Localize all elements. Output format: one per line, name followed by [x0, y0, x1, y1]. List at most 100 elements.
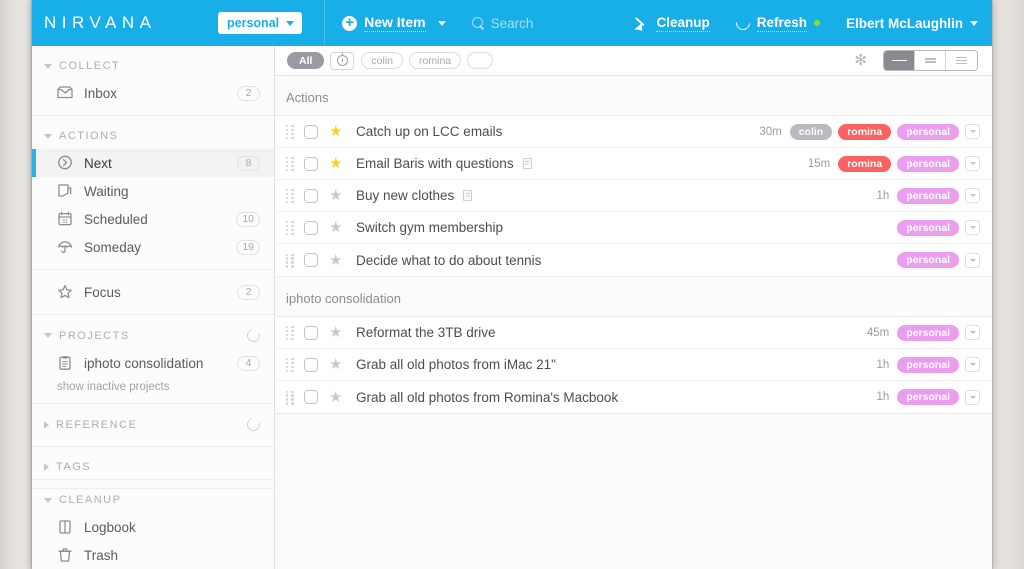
task-menu-button[interactable]	[965, 357, 980, 372]
task-tag-personal[interactable]: personal	[897, 187, 959, 204]
chevron-right-icon	[44, 463, 49, 471]
task-tag-personal[interactable]: personal	[897, 324, 959, 341]
task-checkbox[interactable]	[304, 124, 318, 139]
sidebar-group-header[interactable]: CLEANUP	[32, 480, 274, 513]
drag-handle-icon[interactable]	[286, 221, 295, 236]
task-menu-button[interactable]	[965, 156, 980, 171]
star-filled-icon[interactable]: ★	[329, 156, 345, 171]
sidebar-item-iphoto-consolidation[interactable]: iphoto consolidation 4	[32, 349, 274, 377]
sidebar-item-focus[interactable]: Focus 2	[32, 278, 274, 306]
sidebar-item-trash[interactable]: Trash	[32, 541, 274, 569]
task-row[interactable]: ★ Grab all old photos from Romina's Macbo…	[275, 381, 992, 413]
task-row[interactable]: ★ Catch up on LCC emails 30m colin romina per…	[275, 116, 992, 148]
sidebar-item-inbox[interactable]: Inbox 2	[32, 79, 274, 107]
drag-handle-icon[interactable]	[286, 125, 295, 140]
task-tag-colin[interactable]: colin	[789, 123, 833, 140]
task-duration: 1h	[876, 189, 890, 202]
filter-chip-romina[interactable]: romina	[409, 52, 462, 69]
refresh-icon[interactable]	[244, 415, 263, 434]
task-row[interactable]: ★ Reformat the 3TB drive 45m personal	[275, 317, 992, 349]
show-inactive-projects-link[interactable]: show inactive projects	[32, 377, 274, 395]
task-menu-button[interactable]	[965, 220, 980, 235]
task-duration: 1h	[876, 391, 890, 403]
task-tag-personal[interactable]: personal	[897, 123, 959, 140]
task-list: Actions ★ Catch up on LCC emails 30m colin ro…	[275, 76, 992, 414]
star-outline-icon[interactable]: ★	[329, 357, 345, 372]
medium-view-button[interactable]	[915, 51, 946, 70]
task-checkbox[interactable]	[304, 325, 318, 340]
task-row[interactable]: ★ Email Baris with questions 15m romina pers…	[275, 148, 992, 180]
chevron-down-icon	[44, 63, 52, 69]
star-outline-icon[interactable]: ★	[329, 188, 345, 203]
filter-chip-clock[interactable]	[330, 51, 355, 70]
sidebar-group-header[interactable]: TAGS	[32, 447, 274, 480]
filter-chip-colin[interactable]: colin	[361, 52, 404, 69]
task-menu-button[interactable]	[965, 124, 980, 139]
drag-handle-icon[interactable]	[286, 157, 295, 172]
sidebar-item-label: Focus	[84, 284, 121, 300]
refresh-button[interactable]: Refresh	[732, 13, 820, 33]
cleanup-button[interactable]: Cleanup	[635, 15, 710, 32]
sidebar-item-scheduled[interactable]: 31 Scheduled 10	[32, 205, 274, 233]
user-menu[interactable]: Elbert McLaughlin	[846, 16, 978, 31]
detailed-view-button[interactable]	[946, 51, 977, 70]
new-item-button[interactable]: + New Item	[342, 14, 446, 32]
task-checkbox[interactable]	[304, 188, 318, 203]
snowflake-icon[interactable]: ✻	[854, 53, 867, 68]
drag-handle-icon[interactable]	[286, 358, 295, 373]
task-meta: 1h personal	[876, 187, 980, 204]
task-row[interactable]: ★ Decide what to do about tennis personal	[275, 244, 992, 276]
star-outline-icon[interactable]: ★	[329, 220, 345, 235]
task-tag-personal[interactable]: personal	[897, 252, 959, 268]
sidebar-item-next[interactable]: Next 8	[32, 149, 274, 177]
task-checkbox[interactable]	[304, 357, 318, 372]
task-checkbox[interactable]	[304, 390, 318, 404]
workspace-label: personal	[227, 16, 280, 30]
task-row[interactable]: ★ Switch gym membership personal	[275, 212, 992, 244]
task-menu-button[interactable]	[965, 252, 980, 268]
view-toggle	[883, 50, 978, 71]
drag-handle-icon[interactable]	[286, 390, 295, 405]
drag-handle-icon[interactable]	[286, 253, 295, 268]
chevron-right-icon	[44, 420, 49, 429]
filter-chip-empty[interactable]	[467, 52, 494, 69]
sidebar-item-label: Inbox	[84, 85, 118, 101]
sidebar-item-waiting[interactable]: Waiting	[32, 177, 274, 205]
sidebar-group-label: REFERENCE	[56, 418, 138, 431]
chevron-down-icon[interactable]	[437, 20, 446, 26]
sidebar-group-header[interactable]: REFERENCE	[32, 404, 274, 438]
refresh-icon[interactable]	[244, 326, 263, 345]
task-checkbox[interactable]	[304, 253, 318, 267]
workspace-selector[interactable]: personal	[218, 12, 303, 34]
sidebar-item-logbook[interactable]: Logbook	[32, 513, 274, 541]
star-outline-icon[interactable]: ★	[329, 325, 345, 340]
sidebar-group-header[interactable]: COLLECT	[32, 46, 274, 79]
task-tag-personal[interactable]: personal	[897, 219, 959, 236]
compact-view-button[interactable]	[884, 51, 915, 70]
task-menu-button[interactable]	[965, 188, 980, 203]
sidebar-group-header[interactable]: PROJECTS	[32, 315, 274, 349]
drag-handle-icon[interactable]	[286, 189, 295, 204]
star-filled-icon[interactable]: ★	[329, 124, 345, 139]
refresh-label: Refresh	[756, 14, 807, 32]
task-checkbox[interactable]	[304, 220, 318, 235]
top-bar: NIRVANA personal + New Item Search Clean…	[32, 0, 992, 46]
search-input[interactable]: Search	[471, 16, 533, 31]
filter-chip-all[interactable]: All	[287, 52, 325, 69]
star-outline-icon[interactable]: ★	[329, 390, 345, 405]
task-tag-romina[interactable]: romina	[838, 123, 892, 140]
sidebar-group-header[interactable]: ACTIONS	[32, 116, 274, 149]
task-tag-personal[interactable]: personal	[897, 356, 959, 373]
task-tag-personal[interactable]: personal	[897, 389, 959, 405]
sidebar-item-someday[interactable]: Someday 19	[32, 233, 274, 261]
task-tag-romina[interactable]: romina	[838, 155, 892, 172]
task-menu-button[interactable]	[965, 325, 980, 340]
task-menu-button[interactable]	[965, 389, 980, 405]
star-outline-icon[interactable]: ★	[329, 253, 345, 268]
new-item-label: New Item	[364, 14, 426, 32]
task-checkbox[interactable]	[304, 156, 318, 171]
drag-handle-icon[interactable]	[286, 326, 295, 341]
task-row[interactable]: ★ Grab all old photos from iMac 21" 1h pers…	[275, 349, 992, 381]
task-tag-personal[interactable]: personal	[897, 155, 959, 172]
task-row[interactable]: ★ Buy new clothes 1h personal	[275, 180, 992, 212]
